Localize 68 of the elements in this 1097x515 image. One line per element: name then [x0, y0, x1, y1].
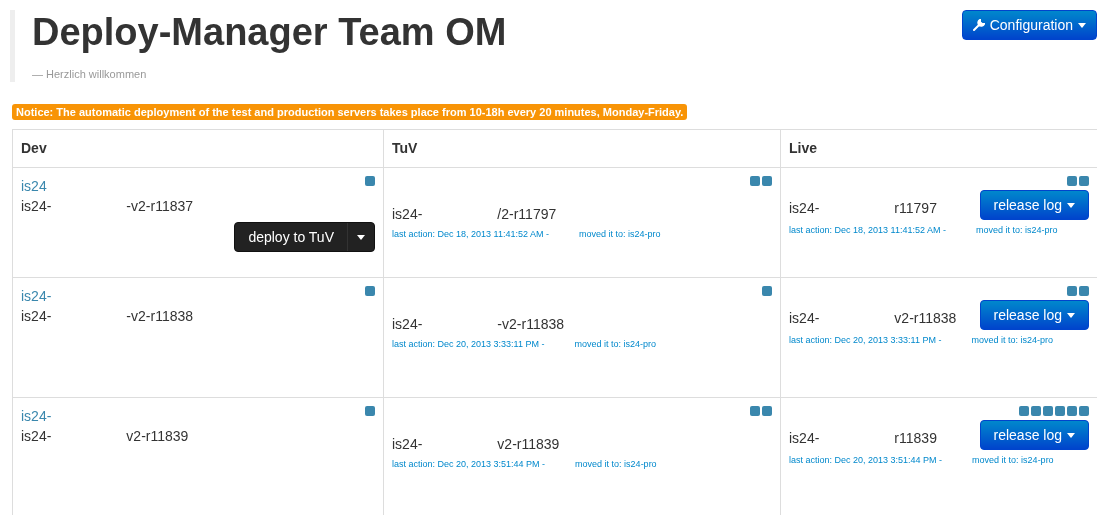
status-square [1079, 176, 1089, 186]
last-action-text: moved it to: is24-pro [574, 338, 656, 351]
status-square [1055, 406, 1065, 416]
status-square [365, 286, 375, 296]
package-name-start: is24- [392, 435, 423, 454]
notice-label: Notice: The automatic deployment of the test and production servers takes place from 10-18h every 20 minutes, Monday-Friday. [12, 104, 688, 120]
release-log-button[interactable]: release log [979, 420, 1089, 450]
status-square [365, 176, 375, 186]
status-square [1043, 406, 1053, 416]
package-name-end: v2-r11839 [497, 435, 560, 454]
package-name-start: is24- [21, 307, 52, 326]
package-name-start: is24- [21, 197, 52, 216]
package-name-start: is24- [789, 429, 820, 448]
status-square [762, 286, 772, 296]
release-log-button[interactable]: release log [979, 190, 1089, 220]
status-square [365, 406, 375, 416]
package-name-end: r11839 [894, 429, 937, 448]
package-name-end: -v2-r11838 [497, 315, 565, 334]
package-name-end: v2-r11838 [894, 309, 957, 328]
last-action-text: moved it to: is24-pro [972, 454, 1054, 467]
last-action-text: moved it to: is24-pro [575, 458, 657, 471]
last-action-text: last action: Dec 18, 2013 11:41:52 AM - [392, 228, 549, 241]
column-header: TuV [383, 129, 781, 168]
last-action-text: last action: Dec 20, 2013 3:33:11 PM - [789, 334, 942, 347]
package-link[interactable]: is24- [21, 406, 52, 426]
package-name-end: -v2-r11837 [126, 197, 194, 216]
status-square [1067, 286, 1077, 296]
last-action-text: moved it to: is24-pro [578, 228, 661, 241]
status-square [1031, 406, 1041, 416]
status-square [750, 176, 760, 186]
wrench-icon [972, 19, 985, 31]
package-link[interactable]: is24 [21, 176, 47, 196]
status-square [1079, 406, 1089, 416]
status-square [1067, 176, 1077, 186]
page-title: Deploy-Manager Team OM [32, 10, 507, 54]
caret-icon [1067, 312, 1075, 318]
package-name-end: /2-r11797 [497, 205, 557, 224]
package-name-end: -v2-r11838 [126, 307, 194, 326]
package-name-end: r11797 [894, 199, 937, 218]
package-name-start: is24- [789, 309, 820, 328]
status-square [750, 406, 760, 416]
last-action-text: last action: Dec 18, 2013 11:41:52 AM - [789, 224, 946, 237]
column-header: Dev [12, 129, 384, 168]
package-name-start: is24- [789, 199, 820, 218]
release-log-button[interactable]: release log [979, 300, 1089, 330]
last-action-text: last action: Dec 20, 2013 3:33:11 PM - [392, 338, 545, 351]
status-square [1019, 406, 1029, 416]
status-square [762, 406, 772, 416]
package-name-end: v2-r11839 [126, 427, 189, 446]
column-header: Live [780, 129, 1097, 168]
package-link[interactable]: is24- [21, 286, 52, 306]
caret-icon [1078, 22, 1086, 28]
status-square [762, 176, 772, 186]
configuration-button[interactable]: Configuration [961, 10, 1097, 40]
caret-icon [1067, 432, 1075, 438]
caret-icon [1067, 202, 1075, 208]
package-name-start: is24- [392, 315, 423, 334]
last-action-text: last action: Dec 20, 2013 3:51:44 PM - [789, 454, 943, 467]
deploy-button[interactable]: deploy to TuV [234, 222, 375, 252]
caret-icon [357, 234, 365, 240]
last-action-text: last action: Dec 20, 2013 3:51:44 PM - [392, 458, 546, 471]
last-action-text: moved it to: is24-pro [975, 224, 1058, 237]
last-action-text: moved it to: is24-pro [971, 334, 1053, 347]
package-name-start: is24- [392, 205, 423, 224]
status-square [1079, 286, 1089, 296]
welcome-text: — Herzlich willkommen [32, 68, 148, 80]
package-name-start: is24- [21, 427, 52, 446]
status-square [1067, 406, 1077, 416]
